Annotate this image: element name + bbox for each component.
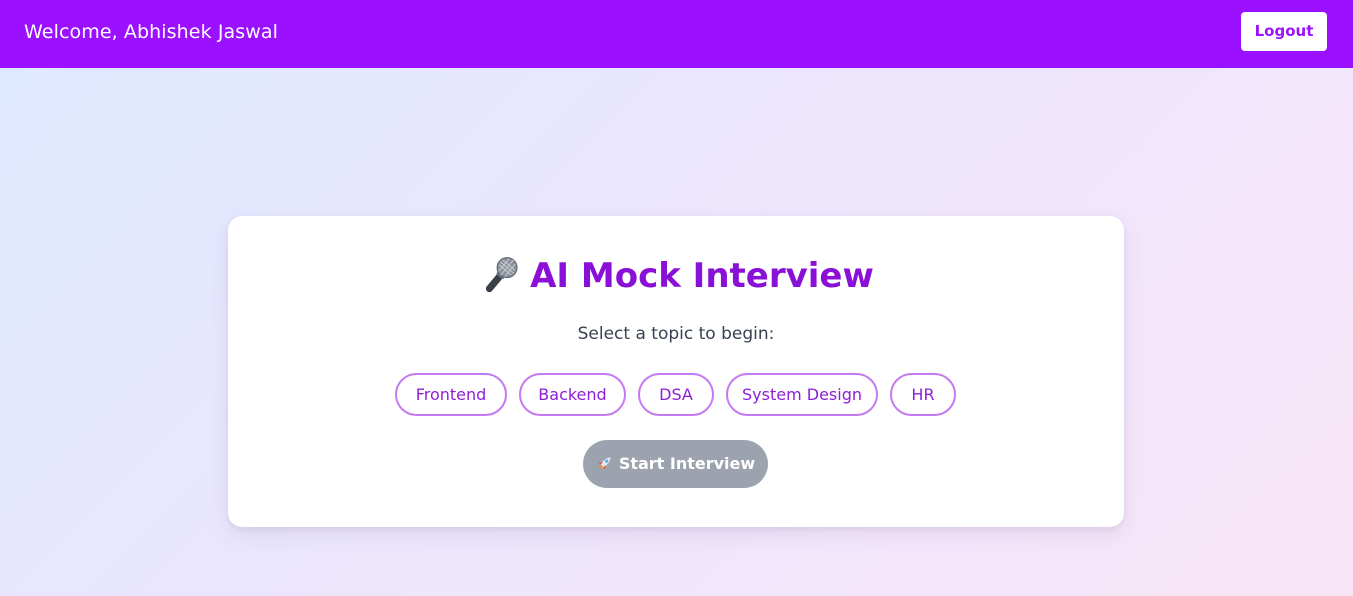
start-interview-label: Start Interview (618, 454, 756, 473)
microphone-icon (485, 257, 518, 293)
logout-button[interactable]: Logout (1241, 12, 1327, 51)
interview-card: AI Mock Interview Select a topic to begi… (228, 216, 1124, 527)
topic-backend-button[interactable]: Backend (519, 373, 626, 416)
card-header: AI Mock Interview (228, 252, 1124, 300)
rocket-icon (598, 457, 611, 470)
topic-frontend-button[interactable]: Frontend (395, 373, 507, 416)
topic-prompt: Select a topic to begin: (577, 324, 775, 344)
start-interview-button[interactable]: Start Interview (583, 440, 768, 488)
welcome-message: Welcome, Abhishek Jaswal (24, 21, 279, 43)
topic-hr-button[interactable]: HR (890, 373, 956, 416)
page-title: AI Mock Interview (530, 256, 874, 296)
top-navbar: Welcome, Abhishek Jaswal Logout (0, 0, 1353, 68)
topic-dsa-button[interactable]: DSA (638, 373, 714, 416)
topic-system-design-button[interactable]: System Design (726, 373, 878, 416)
